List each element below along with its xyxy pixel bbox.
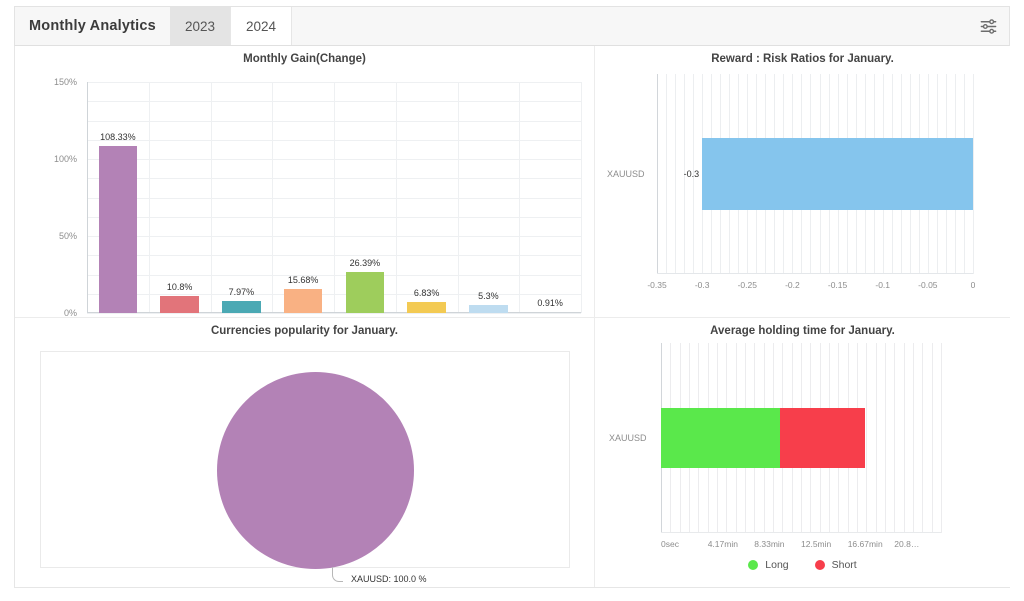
x-axis-line	[661, 532, 941, 533]
legend-item-long[interactable]: Long	[748, 559, 789, 571]
gridline-vertical	[211, 82, 212, 313]
category-label-xauusd: XAUUSD	[609, 433, 647, 443]
bar-value-label: 108.33%	[100, 132, 136, 143]
x-axis-tick: 20.8…	[894, 539, 920, 549]
x-axis-tick: 16.67min	[847, 539, 883, 549]
bar-value-label: 15.68%	[287, 274, 319, 285]
x-axis-tick: 0	[970, 280, 976, 290]
tab-bar-spacer	[292, 7, 967, 45]
tab-2023[interactable]: 2023	[169, 7, 230, 45]
panel-monthly-gain: Monthly Gain(Change) 108.33% 10.8% 7.97% 15…	[15, 46, 595, 318]
x-axis-tick: -0.2	[785, 280, 800, 290]
bar-value-label: 10.8%	[166, 282, 193, 293]
y-axis-tick: 50%	[58, 231, 77, 241]
chart-title-holding-time: Average holding time for January.	[710, 325, 895, 337]
bar-mar-2024[interactable]	[222, 300, 261, 313]
x-axis-tick: -0.05	[918, 280, 938, 290]
bar-value-label: 7.97%	[228, 286, 255, 297]
x-axis-tick: 4.17min	[707, 539, 738, 549]
category-label-xauusd: XAUUSD	[607, 169, 645, 179]
x-axis-tick: -0.15	[827, 280, 848, 290]
bar-jul-2024[interactable]	[469, 304, 508, 313]
legend-holding-time: Long Short	[595, 559, 1010, 571]
gridline-vertical	[581, 82, 582, 313]
y-axis-tick: 0%	[63, 308, 77, 318]
legend-label-long: Long	[765, 559, 789, 571]
chart-grid: Monthly Gain(Change) 108.33% 10.8% 7.97% 15…	[14, 46, 1010, 588]
tab-2024[interactable]: 2024	[229, 7, 293, 45]
x-axis-tick: 8.33min	[754, 539, 785, 549]
tab-bar: Monthly Analytics 2023 2024	[14, 6, 1010, 46]
sliders-icon	[979, 17, 998, 36]
chart-title-monthly-gain: Monthly Gain(Change)	[243, 53, 366, 65]
pie-slice-xauusd[interactable]	[217, 372, 414, 569]
stacked-bar-xauusd	[661, 407, 941, 469]
bar-apr-2024[interactable]	[283, 288, 323, 313]
y-axis-tick: 100%	[53, 154, 77, 164]
x-axis-tick: -0.3	[694, 280, 710, 290]
bar-segment-long[interactable]	[661, 407, 780, 469]
pie-frame: XAUUSD: 100.0 %	[40, 351, 570, 584]
plot-area-monthly-gain: 108.33% 10.8% 7.97% 15.68% 26.39% 6.83% 5.3% 0.…	[87, 82, 582, 314]
gridline-horizontal	[87, 313, 581, 314]
gridline-vertical	[941, 343, 942, 533]
bar-may-2024[interactable]	[345, 272, 384, 313]
gridline-vertical	[149, 82, 150, 313]
panel-currencies-popularity: Currencies popularity for January. XAUUS…	[15, 318, 595, 587]
y-axis-line	[657, 74, 658, 274]
bar-xauusd[interactable]	[702, 138, 973, 210]
legend-dot-long	[748, 560, 759, 570]
y-axis-line	[87, 82, 88, 313]
x-axis-tick: -0.35	[647, 280, 667, 290]
bar-value-label: 26.39%	[349, 258, 381, 269]
settings-button[interactable]	[967, 7, 1009, 45]
x-axis-tick: -0.25	[737, 280, 757, 290]
bar-feb-2024[interactable]	[160, 296, 199, 313]
gridline-vertical	[458, 82, 459, 313]
page-title: Monthly Analytics	[29, 18, 156, 34]
x-axis-tick: -0.1	[875, 280, 891, 290]
analytics-dashboard: Monthly Analytics 2023 2024 Monthly Gain…	[0, 0, 1024, 601]
gridline-vertical	[675, 74, 676, 274]
chart-title-currencies: Currencies popularity for January.	[210, 325, 399, 337]
x-axis-tick: 0sec	[661, 539, 679, 549]
bar-jan-2024[interactable]	[98, 146, 137, 313]
plot-area-reward-risk	[657, 74, 974, 274]
bar-segment-short[interactable]	[779, 407, 865, 469]
legend-label-short: Short	[831, 559, 857, 571]
bar-value-label: 5.3%	[478, 290, 499, 301]
plot-area-holding-time	[661, 343, 942, 533]
gridline-vertical	[396, 82, 397, 313]
pie-data-label: XAUUSD: 100.0 %	[351, 574, 427, 584]
legend-item-short[interactable]: Short	[814, 559, 857, 571]
x-axis-line	[657, 273, 973, 274]
panel-holding-time: Average holding time for January. Long S…	[595, 318, 1010, 587]
panel-reward-risk: Reward : Risk Ratios for January. -0.3 XA…	[595, 46, 1010, 318]
bar-value-label: -0.3	[683, 169, 700, 179]
x-axis-tick: 12.5min	[801, 539, 832, 549]
legend-dot-short	[814, 560, 825, 570]
gridline-vertical	[666, 74, 667, 274]
bar-value-label: 6.83%	[413, 288, 440, 299]
chart-title-reward-risk: Reward : Risk Ratios for January.	[711, 53, 894, 65]
bar-value-label: 0.91%	[537, 297, 563, 308]
y-axis-tick: 150%	[53, 77, 77, 87]
gridline-vertical	[973, 74, 974, 274]
gridline-vertical	[519, 82, 520, 313]
gridline-vertical	[334, 82, 335, 313]
pie-leader-line	[332, 567, 343, 582]
bar-jun-2024[interactable]	[407, 302, 446, 313]
gridline-vertical	[272, 82, 273, 313]
